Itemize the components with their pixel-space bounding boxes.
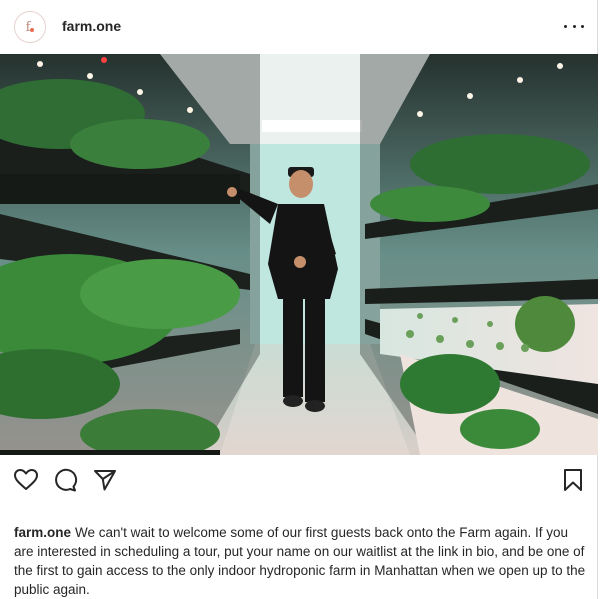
paper-plane-icon[interactable] — [92, 467, 118, 493]
post-actions — [0, 455, 598, 503]
avatar-logo: f — [26, 20, 35, 35]
bookmark-icon[interactable] — [560, 467, 586, 493]
caption-username[interactable]: farm.one — [14, 525, 71, 540]
post-caption: farm.one We can't wait to welcome some of… — [14, 523, 586, 599]
post-photo[interactable] — [0, 54, 598, 455]
ellipsis-icon[interactable] — [564, 16, 584, 36]
comment-bubble-icon[interactable] — [52, 467, 78, 493]
instagram-post: f farm.one farm.one We can't wait to wel… — [0, 0, 598, 599]
post-username[interactable]: farm.one — [62, 18, 121, 34]
caption-text: We can't wait to welcome some of our fir… — [14, 525, 586, 597]
heart-icon[interactable] — [13, 467, 39, 493]
avatar[interactable]: f — [14, 11, 46, 43]
post-header: f farm.one — [0, 0, 598, 54]
